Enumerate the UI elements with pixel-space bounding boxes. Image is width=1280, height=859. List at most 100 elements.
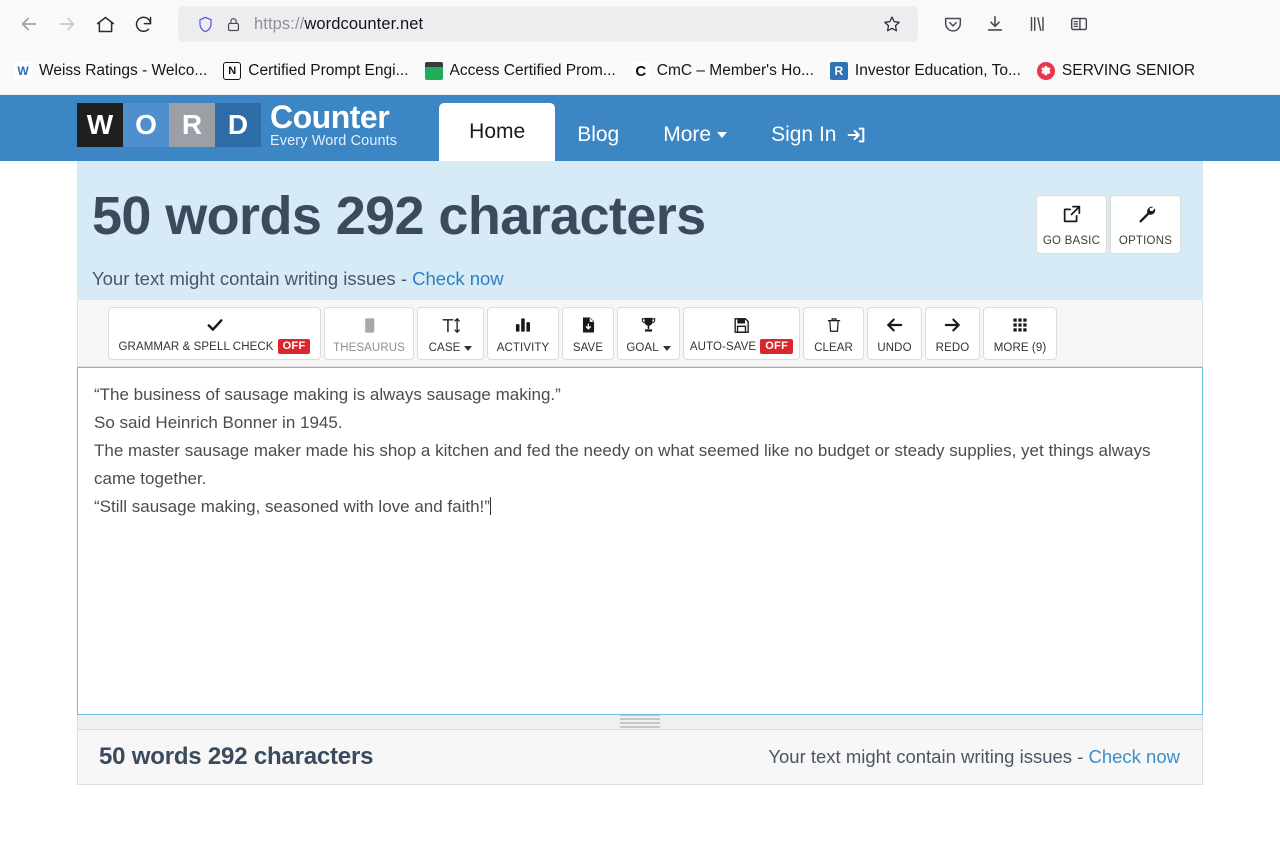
logo-wordmark: Counter Every Word Counts [270, 101, 397, 149]
forward-button[interactable] [48, 5, 86, 43]
chevron-down-icon [662, 345, 671, 351]
downloads-button[interactable] [976, 5, 1014, 43]
editor-resize-strip[interactable] [77, 714, 1203, 730]
grammar-spell-check-label: GRAMMAR & SPELL CHECK [118, 340, 274, 353]
address-bar[interactable]: https://wordcounter.net [178, 6, 918, 42]
reload-icon [135, 16, 151, 32]
pocket-button[interactable] [934, 5, 972, 43]
options-button[interactable]: OPTIONS [1110, 195, 1181, 254]
bookmark-label: Investor Education, To... [854, 62, 1021, 79]
nav-item-more[interactable]: More [641, 109, 749, 161]
back-button[interactable] [10, 5, 48, 43]
go-basic-label: GO BASIC [1042, 234, 1101, 247]
page-body: 50 words 292 characters Your text might … [0, 161, 1280, 785]
case-button[interactable]: CASE [417, 307, 484, 360]
bookmark-item[interactable]: R Investor Education, To... [822, 57, 1029, 85]
writing-issues-text: Your text might contain writing issues - [92, 267, 413, 289]
nav-label: Sign In [771, 123, 837, 146]
check-now-link[interactable]: Check now [412, 268, 504, 289]
floppy-icon [732, 314, 751, 336]
auto-save-label: AUTO-SAVE [689, 340, 757, 353]
site-logo[interactable]: W O R D Counter Every Word Counts [77, 95, 397, 161]
home-button[interactable] [86, 5, 124, 43]
library-button[interactable] [1018, 5, 1056, 43]
grammar-spell-check-label-row: GRAMMAR & SPELL CHECK OFF [119, 339, 311, 354]
auto-save-label-row: AUTO-SAVE OFF [689, 339, 794, 354]
resize-grip-icon[interactable] [620, 714, 660, 730]
bookmark-favicon: N [223, 62, 242, 80]
go-basic-button[interactable]: GO BASIC [1036, 195, 1107, 254]
logo-tiles: W O R D [77, 103, 261, 147]
checkmark-icon [205, 314, 225, 336]
bookmark-item[interactable]: C CmC – Member's Ho... [624, 57, 822, 85]
case-label: CASE [428, 342, 461, 354]
grammar-spell-check-button[interactable]: GRAMMAR & SPELL CHECK OFF [108, 307, 321, 360]
bookmark-favicon [424, 62, 443, 80]
goal-label: GOAL [626, 342, 659, 354]
sidebar-button[interactable] [1060, 5, 1098, 43]
bookmark-item[interactable]: Access Certified Prom... [417, 57, 624, 85]
bar-chart-icon [513, 314, 533, 336]
lock-icon[interactable] [225, 16, 242, 33]
arrow-left-icon [884, 314, 905, 336]
wrench-icon [1135, 203, 1157, 230]
url-host: wordcounter.net [304, 14, 424, 33]
editor-text-value: “The business of sausage making is alway… [94, 385, 1151, 516]
downloads-icon [987, 15, 1003, 31]
reload-button[interactable] [124, 5, 162, 43]
chevron-down-icon [717, 132, 728, 138]
footer-issues-text: Your text might contain writing issues - [768, 746, 1089, 767]
case-label-row: CASE [429, 342, 473, 354]
site-nav: Home Blog More Sign In [439, 95, 889, 161]
footer-check-now-link[interactable]: Check now [1088, 746, 1180, 767]
sidebar-icon [1070, 17, 1088, 31]
nav-item-signin[interactable]: Sign In [749, 109, 889, 161]
bookmark-item[interactable]: ✽ SERVING SENIOR [1029, 57, 1203, 85]
bookmark-favicon: R [829, 62, 848, 80]
text-cursor [489, 497, 491, 515]
back-arrow-icon [21, 17, 37, 31]
goal-button[interactable]: GOAL [617, 307, 680, 360]
more-button[interactable]: MORE (9) [983, 307, 1057, 360]
activity-label: ACTIVITY [496, 342, 550, 354]
nav-item-home[interactable]: Home [439, 103, 556, 161]
clear-button[interactable]: CLEAR [803, 307, 864, 360]
bookmark-favicon: C [631, 62, 650, 80]
chevron-down-icon [464, 345, 473, 351]
save-label: SAVE [572, 342, 604, 354]
bookmark-label: SERVING SENIOR [1061, 62, 1196, 79]
tracking-shield-icon[interactable] [196, 15, 215, 34]
bookmark-label: Certified Prompt Engi... [248, 62, 409, 79]
bookmark-star-icon[interactable] [882, 14, 902, 34]
editor-content[interactable]: “The business of sausage making is alway… [94, 381, 1188, 521]
site-header: W O R D Counter Every Word Counts Home B… [0, 95, 1280, 161]
bookmark-item[interactable]: N Certified Prompt Engi... [215, 57, 416, 85]
thesaurus-button[interactable]: THESAURUS [324, 307, 414, 360]
footer-status-bar: 50 words 292 characters Your text might … [77, 729, 1203, 785]
trophy-icon [639, 314, 658, 336]
redo-button[interactable]: REDO [925, 307, 980, 360]
text-editor[interactable]: “The business of sausage making is alway… [77, 367, 1203, 715]
save-file-icon [579, 314, 598, 336]
library-icon [1030, 16, 1044, 32]
save-button[interactable]: SAVE [562, 307, 614, 360]
bookmark-label: Weiss Ratings - Welco... [39, 62, 208, 79]
more-label: MORE (9) [993, 342, 1047, 354]
editor-toolbar: GRAMMAR & SPELL CHECK OFF THESAURUS CASE… [77, 300, 1203, 367]
auto-save-button[interactable]: AUTO-SAVE OFF [683, 307, 800, 360]
logo-counter-text: Counter [270, 99, 390, 136]
sign-in-arrow-icon [845, 124, 867, 146]
auto-save-status-badge: OFF [760, 339, 794, 354]
home-icon [96, 16, 114, 32]
logo-tile-r: R [169, 103, 215, 147]
logo-tile-o: O [123, 103, 169, 147]
url-scheme: https:// [254, 14, 305, 33]
thesaurus-label: THESAURUS [333, 342, 405, 354]
browser-actions [934, 5, 1098, 43]
logo-tagline: Every Word Counts [270, 133, 398, 150]
activity-button[interactable]: ACTIVITY [487, 307, 559, 360]
bookmark-item[interactable]: W Weiss Ratings - Welco... [6, 57, 215, 85]
nav-item-blog[interactable]: Blog [555, 109, 641, 161]
undo-button[interactable]: UNDO [867, 307, 922, 360]
bookmark-favicon: ✽ [1036, 62, 1055, 80]
